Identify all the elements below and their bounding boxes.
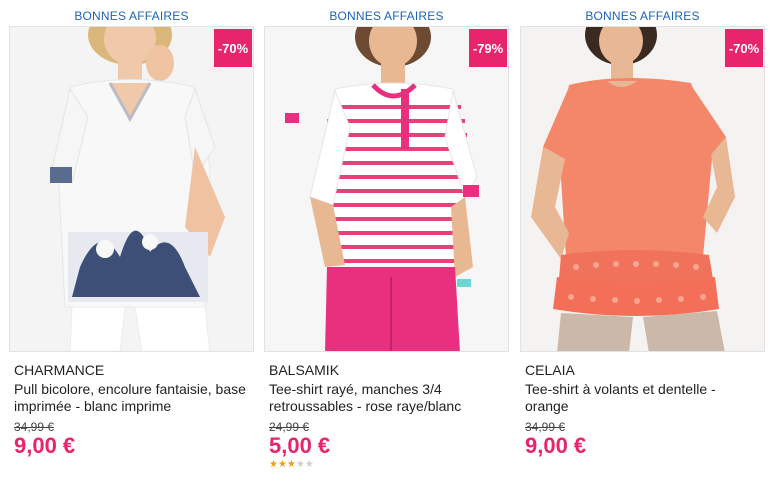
old-price: 34,99 € bbox=[525, 420, 566, 434]
white-printed-sweater-model-photo bbox=[10, 27, 253, 351]
rating-stars: ★★★★★ bbox=[269, 459, 314, 471]
old-price: 34,99 € bbox=[14, 420, 55, 434]
star-empty-icon: ★ bbox=[304, 459, 314, 470]
star-filled-icon: ★ bbox=[277, 459, 287, 470]
discount-badge: -79% bbox=[469, 29, 507, 67]
star-empty-icon: ★ bbox=[295, 459, 305, 470]
product-card[interactable]: BONNES AFFAIRES bbox=[520, 0, 765, 478]
product-card[interactable]: BONNES AFFAIRES bbox=[264, 0, 509, 478]
product-title[interactable]: Tee-shirt à volants et dentelle - orange bbox=[525, 381, 763, 415]
product-image[interactable] bbox=[520, 26, 765, 352]
bonnes-affaires-tag: BONNES AFFAIRES bbox=[585, 9, 700, 23]
star-filled-icon: ★ bbox=[286, 459, 296, 470]
product-brand[interactable]: BALSAMIK bbox=[269, 362, 339, 378]
discount-badge: -70% bbox=[214, 29, 252, 67]
current-price: 9,00 € bbox=[14, 433, 76, 458]
pink-striped-tee-model-photo bbox=[265, 27, 508, 351]
product-title[interactable]: Pull bicolore, encolure fantaisie, base … bbox=[14, 381, 252, 415]
current-price: 5,00 € bbox=[269, 433, 331, 458]
product-image[interactable] bbox=[264, 26, 509, 352]
orange-lace-tee-model-photo bbox=[521, 27, 764, 351]
discount-badge: -70% bbox=[725, 29, 763, 67]
product-brand[interactable]: CELAIA bbox=[525, 362, 575, 378]
old-price: 24,99 € bbox=[269, 420, 310, 434]
product-brand[interactable]: CHARMANCE bbox=[14, 362, 104, 378]
product-image[interactable] bbox=[9, 26, 254, 352]
bonnes-affaires-tag: BONNES AFFAIRES bbox=[74, 9, 189, 23]
product-title[interactable]: Tee-shirt rayé, manches 3/4 retroussable… bbox=[269, 381, 507, 415]
current-price: 9,00 € bbox=[525, 433, 587, 458]
product-card[interactable]: BONNES AFFAIRES bbox=[9, 0, 254, 478]
bonnes-affaires-tag: BONNES AFFAIRES bbox=[329, 9, 444, 23]
star-filled-icon: ★ bbox=[269, 459, 278, 470]
